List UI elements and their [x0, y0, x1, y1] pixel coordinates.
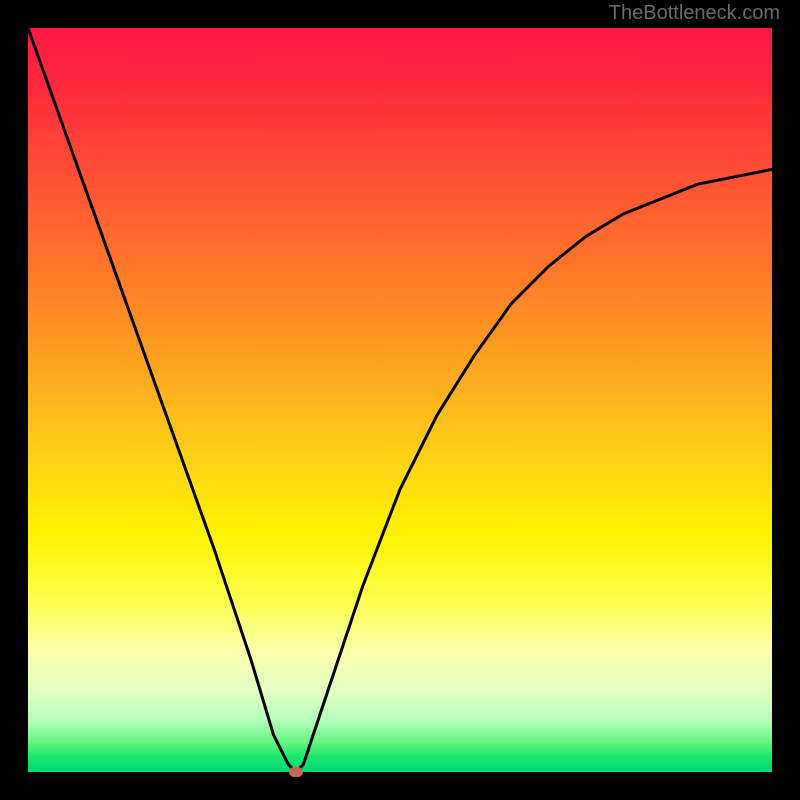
- watermark-text: TheBottleneck.com: [609, 2, 780, 25]
- chart-plot-area: [28, 28, 772, 772]
- minimum-marker: [289, 767, 303, 777]
- chart-curve: [28, 28, 772, 772]
- curve-path: [28, 28, 772, 772]
